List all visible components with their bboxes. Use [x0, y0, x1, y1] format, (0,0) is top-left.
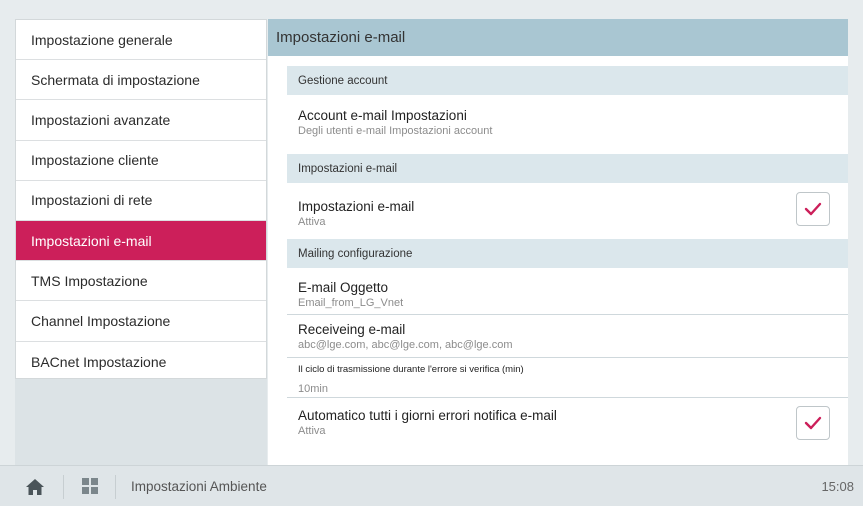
error-cycle-value: 10min: [298, 383, 328, 395]
email-enable-row[interactable]: Impostazioni e-mail Attiva: [287, 183, 848, 239]
clock: 15:08: [821, 479, 854, 494]
row-title: Impostazioni e-mail: [298, 199, 415, 214]
section-header-email: Impostazioni e-mail: [287, 154, 848, 183]
sidebar-item-label: Impostazione generale: [31, 31, 173, 48]
sidebar-empty-area: [15, 379, 267, 465]
sidebar-item-label: BACnet Impostazione: [31, 353, 167, 370]
row-title: E-mail Oggetto: [298, 280, 389, 295]
sidebar-item-advanced[interactable]: Impostazioni avanzate: [16, 100, 266, 141]
sidebar-item-bacnet[interactable]: BACnet Impostazione: [16, 342, 266, 382]
email-enable-checkbox[interactable]: [796, 192, 830, 226]
sidebar-item-label: TMS Impostazione: [31, 272, 148, 289]
panel-content: Gestione account Account e-mail Impostaz…: [268, 66, 848, 448]
screen: Impostazione generale Schermata di impos…: [0, 0, 863, 506]
receiving-email-value: abc@lge.com, abc@lge.com, abc@lge.com: [298, 339, 513, 351]
error-cycle-row[interactable]: Il ciclo di trasmissione durante l'error…: [287, 358, 848, 398]
daily-notification-row[interactable]: Automatico tutti i giorni errori notific…: [287, 398, 848, 448]
sidebar-item-general[interactable]: Impostazione generale: [16, 20, 266, 61]
sidebar-item-label: Impostazioni di rete: [31, 192, 153, 209]
home-icon[interactable]: [25, 478, 45, 496]
row-title: Automatico tutti i giorni errori notific…: [298, 408, 557, 423]
account-settings-row[interactable]: Account e-mail Impostazioni Degli utenti…: [287, 95, 848, 154]
sidebar-item-client[interactable]: Impostazione cliente: [16, 141, 266, 181]
sidebar-item-email[interactable]: Impostazioni e-mail: [16, 220, 266, 262]
check-icon: [804, 416, 822, 430]
panel-title: Impostazioni e-mail: [268, 19, 848, 56]
receiving-email-row[interactable]: Receiveing e-mail abc@lge.com, abc@lge.c…: [287, 315, 848, 358]
sidebar-item-screen[interactable]: Schermata di impostazione: [16, 60, 266, 101]
sidebar-menu: Impostazione generale Schermata di impos…: [15, 19, 267, 379]
row-title: Il ciclo di trasmissione durante l'error…: [298, 364, 524, 375]
row-subtitle: Attiva: [298, 425, 326, 437]
sidebar-item-network[interactable]: Impostazioni di rete: [16, 181, 266, 221]
section-header-account: Gestione account: [287, 66, 848, 95]
apps-grid-icon[interactable]: [82, 478, 98, 494]
section-header-mailing: Mailing configurazione: [287, 239, 848, 268]
sidebar-item-label: Impostazione cliente: [31, 152, 159, 169]
row-subtitle: Attiva: [298, 216, 326, 228]
row-title: Account e-mail Impostazioni: [298, 108, 467, 123]
daily-notification-checkbox[interactable]: [796, 406, 830, 440]
row-subtitle: Degli utenti e-mail Impostazioni account: [298, 125, 493, 137]
sidebar-item-tms[interactable]: TMS Impostazione: [16, 261, 266, 302]
sidebar-item-label: Impostazioni e-mail: [31, 232, 152, 249]
email-subject-row[interactable]: E-mail Oggetto Email_from_LG_Vnet: [287, 268, 848, 315]
bottom-bar: Impostazioni Ambiente 15:08: [0, 465, 863, 506]
sidebar-item-label: Schermata di impostazione: [31, 71, 200, 88]
sidebar-item-label: Impostazioni avanzate: [31, 111, 171, 128]
email-subject-value: Email_from_LG_Vnet: [298, 297, 404, 309]
divider: [115, 475, 116, 499]
check-icon: [804, 202, 822, 216]
settings-panel: Impostazioni e-mail Gestione account Acc…: [268, 19, 848, 465]
sidebar-item-label: Channel Impostazione: [31, 312, 171, 329]
bottom-bar-title: Impostazioni Ambiente: [131, 479, 267, 494]
row-title: Receiveing e-mail: [298, 322, 406, 337]
divider: [63, 475, 64, 499]
sidebar-item-channel[interactable]: Channel Impostazione: [16, 301, 266, 342]
